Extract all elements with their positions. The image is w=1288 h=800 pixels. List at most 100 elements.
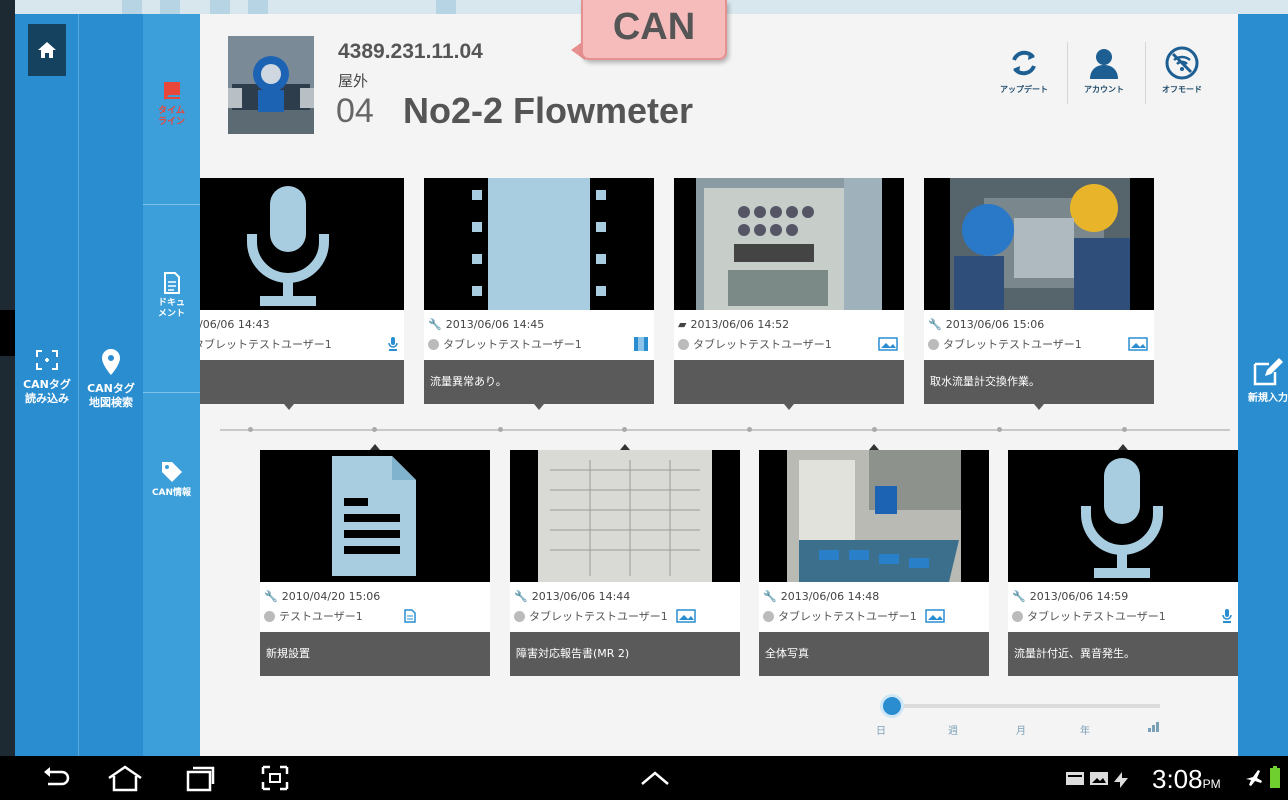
card-description: あり: [200, 360, 404, 404]
right-action-column: 新規入力: [1238, 14, 1288, 756]
new-entry-icon: [1253, 358, 1283, 386]
mic-icon: [1222, 608, 1232, 627]
map-search-label-1: CANタグ: [87, 382, 135, 395]
home-nav-button[interactable]: [106, 764, 144, 796]
photo-thumbnail: [674, 178, 904, 310]
wrench-icon: 🔧: [1012, 590, 1026, 603]
map-pin-icon: [102, 349, 120, 375]
card-date: 2013/06/06 14:44: [531, 590, 631, 603]
card-pointer: [784, 404, 794, 410]
wrench-icon: 🔧: [514, 590, 528, 603]
status-icons: [1064, 766, 1148, 794]
tab-can-info-label: CAN情報: [151, 488, 192, 498]
offline-mode-button[interactable]: オフモード: [1152, 46, 1212, 95]
account-icon: [1090, 49, 1118, 79]
screen-edge-block: [0, 310, 15, 356]
system-nav-bar: 3:08PM: [0, 756, 1288, 800]
timeline-dot: [372, 427, 377, 432]
left-action-column: CANタグ 読み込み: [15, 14, 79, 756]
video-thumbnail: [424, 178, 654, 310]
card-user: タブレットテストユーザー1: [200, 338, 332, 351]
recent-apps-button[interactable]: [184, 764, 216, 796]
card-description: 取水流量計交換作業。: [924, 360, 1154, 404]
clock-time: 3:08: [1152, 764, 1203, 794]
card-pointer: [1034, 404, 1044, 410]
header-divider: [1067, 42, 1068, 104]
wrench-icon: 🔧: [264, 590, 278, 603]
screenshot-button[interactable]: [260, 764, 290, 796]
user-icon: [514, 610, 525, 622]
photo-thumbnail: [510, 450, 740, 582]
user-icon: [763, 610, 774, 622]
document-icon: [163, 272, 180, 294]
film-icon: [634, 336, 648, 355]
tab-divider: [143, 204, 200, 205]
content-panel: 4389.231.11.04 屋外 04 No2-2 Flowmeter アップ…: [200, 14, 1238, 756]
zoom-month[interactable]: 月: [1016, 722, 1026, 737]
chevron-up-icon: [641, 771, 669, 785]
zoom-day[interactable]: 日: [876, 722, 886, 737]
update-button[interactable]: アップデート: [994, 46, 1054, 95]
wrench-icon: 🔧: [763, 590, 777, 603]
scan-can-tag-button[interactable]: CANタグ 読み込み: [19, 348, 75, 406]
card-date: 2013/06/06 15:06: [945, 318, 1045, 331]
tab-can-info[interactable]: CAN情報: [143, 460, 200, 499]
zoom-year[interactable]: 年: [1080, 722, 1090, 737]
card-date: 2010/04/20 15:06: [281, 590, 381, 603]
home-outline-icon: [108, 765, 142, 792]
doc-icon: [404, 608, 416, 627]
scan-tag-label-1: CANタグ: [23, 378, 71, 391]
zoom-week[interactable]: 週: [948, 722, 958, 737]
card-description: 全体写真: [759, 632, 989, 676]
card-user: タブレットテストユーザー1: [693, 338, 832, 351]
battery-icon: [1270, 766, 1280, 792]
zoom-knob[interactable]: [880, 694, 904, 718]
tab-timeline-label-1: タイム: [158, 106, 185, 116]
card-description: [674, 360, 904, 404]
can-callout: CAN: [571, 0, 727, 64]
airplane-icon: [1244, 768, 1264, 792]
back-icon: [44, 767, 70, 786]
screen-edge: [0, 0, 15, 800]
audio-thumbnail: [1008, 450, 1238, 582]
user-icon: [678, 338, 689, 350]
card-description: 障害対応報告書(MR 2): [510, 632, 740, 676]
tab-document[interactable]: ドキュ メント: [143, 272, 200, 320]
card-user: タブレットテストユーザー1: [778, 610, 917, 623]
comment-icon: ▰: [678, 318, 687, 331]
update-label: アップデート: [1000, 85, 1048, 94]
card-user: テストユーザー1: [279, 610, 363, 623]
header-divider: [1145, 42, 1146, 104]
card-date: 013/06/06 14:43: [200, 318, 270, 331]
up-button[interactable]: [638, 764, 672, 796]
tab-divider: [143, 392, 200, 393]
card-user: タブレットテストユーザー1: [529, 610, 668, 623]
card-user: タブレットテストユーザー1: [443, 338, 582, 351]
photo-thumbnail: [759, 450, 989, 582]
new-entry-button[interactable]: 新規入力: [1238, 358, 1288, 406]
image-icon: [925, 608, 945, 627]
home-button[interactable]: [28, 24, 66, 76]
user-icon: [428, 338, 439, 350]
account-button[interactable]: アカウント: [1074, 46, 1134, 95]
card-date: 2013/06/06 14:45: [445, 318, 545, 331]
image-icon: [676, 608, 696, 627]
photo-thumbnail: [924, 178, 1154, 310]
bar-chart-icon[interactable]: [1148, 722, 1160, 735]
tab-timeline-label-2: ライン: [157, 117, 185, 127]
user-icon: [264, 610, 275, 622]
tab-document-label-1: ドキュ: [157, 298, 185, 308]
timeline-dot: [498, 427, 503, 432]
back-button[interactable]: [40, 764, 72, 796]
card-description: 流量計付近、異音発生。: [1008, 632, 1238, 676]
offline-mode-label: オフモード: [1162, 85, 1202, 94]
new-entry-label: 新規入力: [1248, 393, 1288, 404]
card-user: タブレットテストユーザー1: [943, 338, 1082, 351]
timeline-dot: [747, 427, 752, 432]
timeline-dot: [248, 427, 253, 432]
can-tag-map-search-button[interactable]: CANタグ 地図検索: [83, 348, 139, 410]
device-photo[interactable]: [228, 36, 314, 134]
clock-ampm: PM: [1202, 777, 1221, 791]
wifi-off-icon: [1165, 46, 1199, 80]
tab-timeline[interactable]: タイム ライン: [143, 80, 200, 128]
